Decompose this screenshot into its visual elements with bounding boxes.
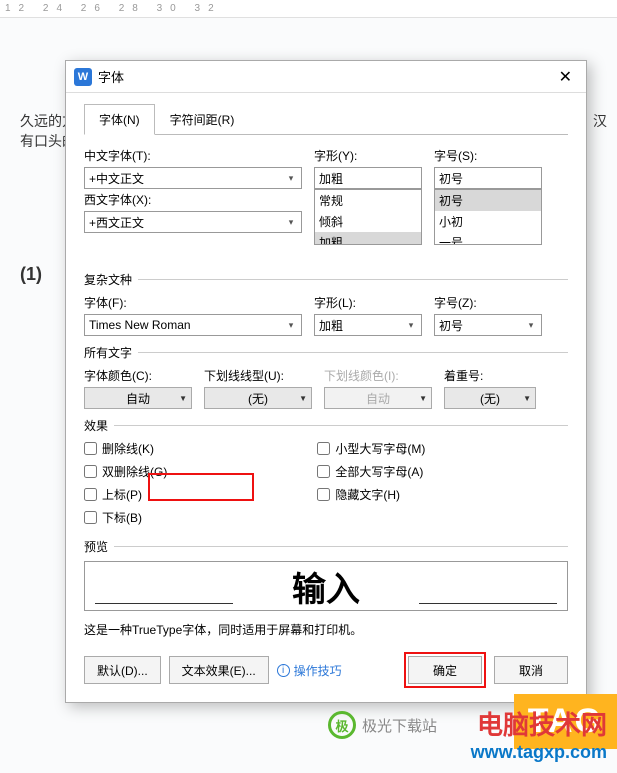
size-value: 初号	[439, 170, 463, 187]
caret-down-icon: ▼	[299, 394, 307, 403]
caret-down-icon: ▼	[179, 394, 187, 403]
ulinecolor-select: 自动 ▼	[324, 387, 432, 409]
underline-value: (无)	[248, 390, 268, 407]
color-select[interactable]: 自动 ▼	[84, 387, 192, 409]
cx-size-label: 字号(Z):	[434, 294, 542, 311]
color-label: 字体颜色(C):	[84, 367, 192, 384]
list-item[interactable]: 小初	[435, 211, 541, 232]
highlight-annotation-ok: 确定	[404, 652, 486, 688]
tips-link[interactable]: i 操作技巧	[277, 662, 342, 679]
tab-spacing[interactable]: 字符间距(R)	[155, 104, 250, 135]
textfx-button[interactable]: 文本效果(E)...	[169, 656, 269, 684]
chevron-down-icon: ▾	[523, 317, 539, 333]
style-label: 字形(Y):	[314, 147, 422, 164]
chevron-down-icon: ▾	[283, 170, 299, 186]
cx-size-combo[interactable]: 初号 ▾	[434, 314, 542, 336]
effects-section-label: 效果	[84, 417, 568, 434]
watermark-cn: 电脑技术网	[471, 705, 607, 742]
en-font-value: +西文正文	[89, 214, 144, 231]
ulinecolor-label: 下划线颜色(I):	[324, 367, 432, 384]
style-listbox[interactable]: 常规 倾斜 加粗	[314, 189, 422, 245]
cx-font-combo[interactable]: Times New Roman ▾	[84, 314, 302, 336]
style-combo[interactable]: 加粗	[314, 167, 422, 189]
tab-font[interactable]: 字体(N)	[84, 104, 155, 135]
cancel-button[interactable]: 取消	[494, 656, 568, 684]
cx-style-value: 加粗	[319, 317, 343, 334]
wps-logo-icon: W	[74, 68, 92, 86]
caret-down-icon: ▼	[523, 394, 531, 403]
checkbox-strike[interactable]: 删除线(K)	[84, 440, 167, 457]
preview-label: 预览	[84, 538, 568, 555]
checkbox-superscript[interactable]: 上标(P)	[84, 486, 167, 503]
size-listbox[interactable]: 初号 小初 一号	[434, 189, 542, 245]
checkbox-subscript[interactable]: 下标(B)	[84, 509, 167, 526]
doc-num: (1)	[20, 260, 42, 289]
chevron-down-icon: ▾	[283, 214, 299, 230]
checkbox-dstrike[interactable]: 双删除线(G)	[84, 463, 167, 480]
size-label: 字号(S):	[434, 147, 542, 164]
watermark-url: www.tagxp.com	[471, 742, 607, 763]
default-button[interactable]: 默认(D)...	[84, 656, 161, 684]
checkbox-smallcaps[interactable]: 小型大写字母(M)	[317, 440, 425, 457]
en-font-combo[interactable]: +西文正文 ▾	[84, 211, 302, 233]
alltext-section-label: 所有文字	[84, 344, 568, 361]
close-icon[interactable]: ✕	[551, 65, 580, 89]
cn-font-value: +中文正文	[89, 170, 144, 187]
preview-box: 输入	[84, 561, 568, 611]
cn-font-label: 中文字体(T):	[84, 147, 302, 164]
chevron-down-icon: ▾	[403, 317, 419, 333]
cx-style-combo[interactable]: 加粗 ▾	[314, 314, 422, 336]
ruler: 12 24 26 28 30 32	[0, 0, 617, 18]
emphasis-select[interactable]: (无) ▼	[444, 387, 536, 409]
cx-font-label: 字体(F):	[84, 294, 302, 311]
checkbox-hidden[interactable]: 隐藏文字(H)	[317, 486, 425, 503]
tabs: 字体(N) 字符间距(R)	[84, 103, 568, 135]
list-item[interactable]: 加粗	[315, 232, 421, 245]
list-item[interactable]: 倾斜	[315, 211, 421, 232]
cn-font-combo[interactable]: +中文正文 ▾	[84, 167, 302, 189]
watermark: 电脑技术网 www.tagxp.com	[471, 705, 607, 763]
color-value: 自动	[126, 390, 150, 407]
list-item[interactable]: 常规	[315, 190, 421, 211]
underline-select[interactable]: (无) ▼	[204, 387, 312, 409]
emphasis-label: 着重号:	[444, 367, 536, 384]
cx-size-value: 初号	[439, 317, 463, 334]
ok-button[interactable]: 确定	[408, 656, 482, 684]
emphasis-value: (无)	[480, 390, 500, 407]
font-dialog: W 字体 ✕ 字体(N) 字符间距(R) 中文字体(T): +中文正文 ▾ 字形…	[65, 60, 587, 703]
preview-text: 输入	[292, 562, 360, 611]
logo-icon: 极	[328, 711, 356, 739]
caret-down-icon: ▼	[419, 394, 427, 403]
logo-text: 极光下载站	[362, 715, 437, 736]
list-item[interactable]: 初号	[435, 190, 541, 211]
info-icon: i	[277, 664, 290, 677]
cx-font-value: Times New Roman	[89, 318, 191, 332]
dialog-title: 字体	[98, 67, 551, 86]
cx-style-label: 字形(L):	[314, 294, 422, 311]
underline-label: 下划线线型(U):	[204, 367, 312, 384]
list-item[interactable]: 一号	[435, 232, 541, 245]
titlebar: W 字体 ✕	[66, 61, 586, 93]
size-combo[interactable]: 初号	[434, 167, 542, 189]
ulinecolor-value: 自动	[366, 390, 390, 407]
checkbox-allcaps[interactable]: 全部大写字母(A)	[317, 463, 425, 480]
style-value: 加粗	[319, 170, 343, 187]
complex-section-label: 复杂文种	[84, 271, 568, 288]
site-logo: 极 极光下载站	[328, 711, 437, 739]
chevron-down-icon: ▾	[283, 317, 299, 333]
font-description: 这是一种TrueType字体，同时适用于屏幕和打印机。	[84, 621, 568, 638]
en-font-label: 西文字体(X):	[84, 191, 302, 208]
